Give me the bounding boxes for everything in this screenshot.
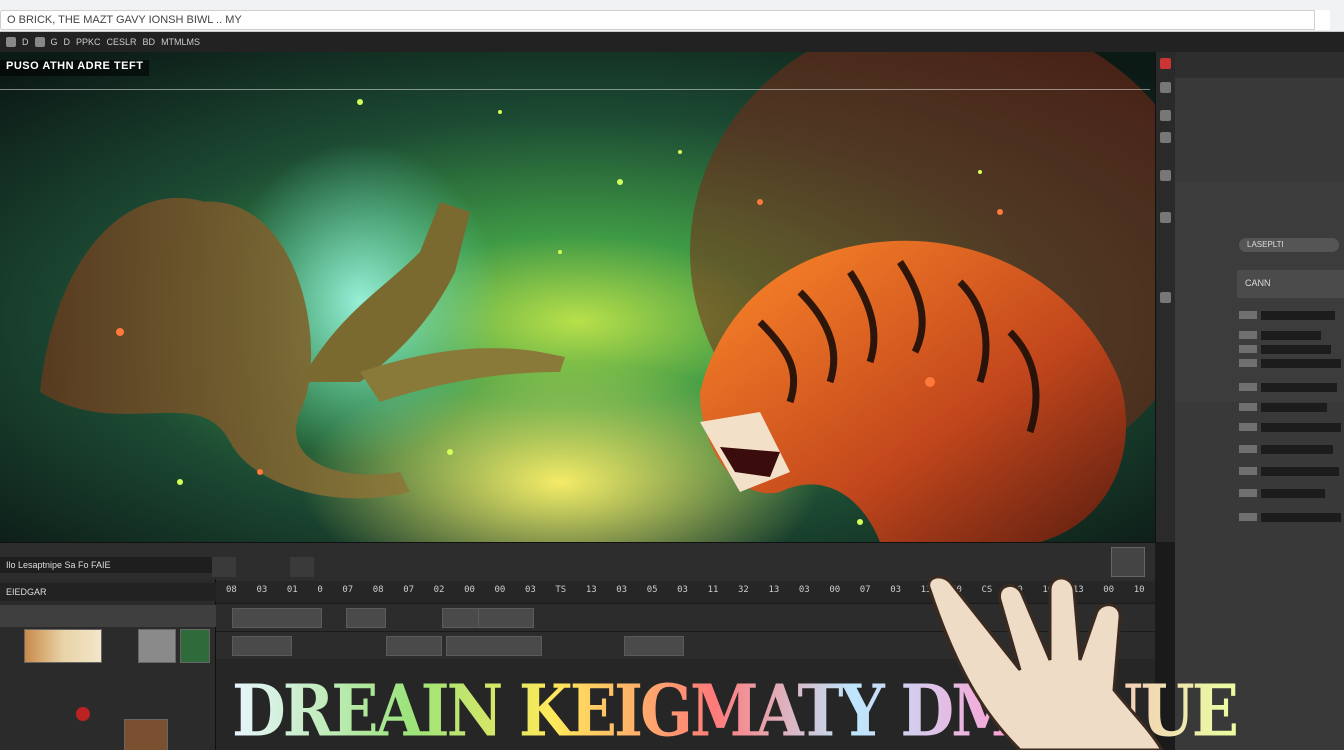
media-bin: EIEDGAR <box>0 579 216 750</box>
app-window: O BRICK, THE MAZT GAVY IONSH BIWL .. MY … <box>0 0 1344 750</box>
scrub-box[interactable] <box>290 557 314 577</box>
timeline-clip[interactable] <box>232 636 292 656</box>
property-row[interactable] <box>1237 330 1344 341</box>
properties-panel-header <box>1175 52 1344 78</box>
timeline-clip[interactable] <box>478 608 534 628</box>
timeline-clip[interactable] <box>386 636 442 656</box>
viewport-title: PUSO ATHN ADRE TEFT <box>0 60 150 76</box>
property-row[interactable] <box>1237 444 1344 455</box>
timecode: 03 <box>677 585 688 595</box>
property-row[interactable] <box>1237 512 1344 523</box>
menu-item-2[interactable]: G <box>51 37 58 47</box>
viewport-guide-line <box>0 89 1150 90</box>
media-thumbnail[interactable] <box>24 629 102 663</box>
preview-viewport[interactable]: PUSO ATHN ADRE TEFT <box>0 52 1155 542</box>
media-bin-header: EIEDGAR <box>0 583 216 601</box>
timecode: 32 <box>738 585 749 595</box>
address-bar[interactable]: O BRICK, THE MAZT GAVY IONSH BIWL .. MY <box>0 10 1330 30</box>
timecode: 02 <box>433 585 445 595</box>
timecode: 00 <box>464 585 475 595</box>
property-row[interactable] <box>1237 310 1344 321</box>
address-bar-end-cap <box>1314 10 1330 30</box>
properties-panel: LASEPLTI CANN <box>1175 52 1344 750</box>
menu-item-4[interactable]: PPKC <box>76 37 101 47</box>
properties-subheader: CANN <box>1237 270 1344 298</box>
timecode: 07 <box>342 585 354 595</box>
tool-icon-3[interactable] <box>1160 132 1171 143</box>
hand-pointer-icon <box>927 575 1164 750</box>
menu-icon[interactable] <box>34 37 45 47</box>
property-row[interactable] <box>1237 382 1344 393</box>
tool-icon-1[interactable] <box>1160 82 1171 93</box>
media-bin-toolbar <box>0 605 216 627</box>
timeline-clip[interactable] <box>346 608 386 628</box>
browser-chrome: O BRICK, THE MAZT GAVY IONSH BIWL .. MY <box>0 0 1344 32</box>
timecode: TS <box>555 585 567 595</box>
timecode: 05 <box>646 585 658 595</box>
timeline-clip[interactable] <box>446 636 542 656</box>
property-row[interactable] <box>1237 422 1344 433</box>
property-row[interactable] <box>1237 488 1344 499</box>
right-tool-strip <box>1155 52 1175 542</box>
timeline-clip[interactable] <box>624 636 684 656</box>
clip-filename: Ilo Lesaptnipe Sa Fo FAIE <box>0 557 212 573</box>
menu-item-7[interactable]: MTMLMS <box>161 37 200 47</box>
tool-icon-6[interactable] <box>1160 292 1171 303</box>
timecode: 03 <box>798 585 810 595</box>
timeline-clip[interactable] <box>442 608 482 628</box>
timecode: 07 <box>403 585 415 595</box>
media-thumbnail[interactable] <box>180 629 210 663</box>
menu-item-1[interactable]: D <box>22 37 29 47</box>
timecode: 00 <box>494 585 506 595</box>
record-indicator-icon <box>76 707 90 721</box>
timecode: 13 <box>768 585 780 595</box>
timecode: 13 <box>585 585 597 595</box>
timecode: 00 <box>829 585 841 595</box>
app-menubar: D G D PPKC CESLR BD MTMLMS <box>0 32 1344 52</box>
menu-item-6[interactable]: BD <box>143 37 156 47</box>
timecode: 03 <box>524 585 536 595</box>
timecode: 03 <box>616 585 628 595</box>
timecode: 11 <box>707 585 719 595</box>
media-thumbnail[interactable] <box>124 719 168 750</box>
timecode: 0 <box>317 585 323 595</box>
tool-icon-4[interactable] <box>1160 170 1171 181</box>
app-logo-icon <box>6 37 16 47</box>
property-row[interactable] <box>1237 402 1344 413</box>
timecode: 08 <box>372 585 384 595</box>
scrub-box[interactable] <box>212 557 236 577</box>
media-thumbnail[interactable] <box>138 629 176 663</box>
timeline-clip[interactable] <box>232 608 322 628</box>
property-row[interactable] <box>1237 344 1344 355</box>
record-icon[interactable] <box>1160 58 1171 69</box>
menu-item-3[interactable]: D <box>64 37 71 47</box>
timecode: 08 <box>226 585 237 595</box>
tool-icon-5[interactable] <box>1160 212 1171 223</box>
timecode: 01 <box>286 585 298 595</box>
timecode: 07 <box>859 585 871 595</box>
timecode: 03 <box>256 585 268 595</box>
property-row[interactable] <box>1237 466 1344 477</box>
menu-item-5[interactable]: CESLR <box>107 37 137 47</box>
artwork-dragon-vs-tiger <box>0 52 1155 542</box>
tool-icon-2[interactable] <box>1160 110 1171 121</box>
property-row[interactable] <box>1237 358 1344 369</box>
properties-pill[interactable]: LASEPLTI <box>1239 238 1339 252</box>
